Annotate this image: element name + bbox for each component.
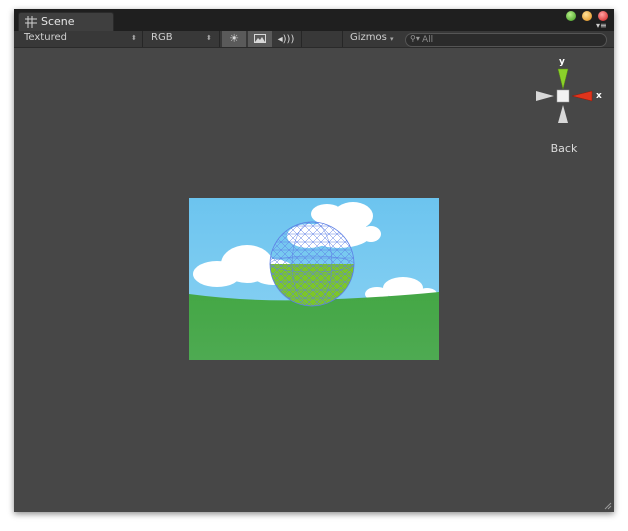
scene-viewport[interactable] <box>189 198 439 360</box>
audio-toggle[interactable]: ◂))) <box>274 31 298 47</box>
tab-label: Scene <box>41 15 75 28</box>
lighting-toggle[interactable]: ☀ <box>222 31 246 47</box>
render-mode-value: Textured <box>24 32 67 43</box>
skybox-toggle[interactable] <box>248 31 272 47</box>
speaker-icon: ◂))) <box>277 34 295 45</box>
resize-handle-icon[interactable] <box>602 500 612 510</box>
y-axis-cone <box>557 68 569 90</box>
gizmo-view-label: Back <box>550 142 578 155</box>
search-icon: ⚲▾ <box>410 34 420 43</box>
neg-x-axis-cone <box>536 91 554 101</box>
render-mode-dropdown[interactable]: Textured ⬍ <box>14 31 143 47</box>
maximize-button[interactable] <box>582 11 592 21</box>
grid-icon <box>25 16 37 28</box>
tab-scene[interactable]: Scene <box>18 12 114 32</box>
panel-menu-icon[interactable]: ▾≡ <box>596 22 610 30</box>
search-input[interactable] <box>422 34 598 46</box>
close-button[interactable] <box>598 11 608 21</box>
x-axis-cone <box>571 90 593 102</box>
tab-bar: Scene ▾≡ <box>14 9 614 32</box>
scene-toolbar: Textured ⬍ RGB ⬍ ☀ ◂))) Gizmos ▾ ⚲▾ <box>14 31 614 48</box>
updown-arrow-icon: ⬍ <box>131 34 137 42</box>
channel-value: RGB <box>151 32 173 43</box>
gizmos-label: Gizmos <box>350 32 387 43</box>
sun-icon: ☀ <box>229 32 239 45</box>
channel-dropdown[interactable]: RGB ⬍ <box>143 31 220 47</box>
toolbar-divider <box>300 31 302 47</box>
orientation-gizmo[interactable] <box>534 57 600 129</box>
gizmo-center-cube <box>556 89 570 103</box>
gizmos-dropdown[interactable]: Gizmos ▾ <box>342 31 400 47</box>
updown-arrow-icon: ⬍ <box>206 34 212 42</box>
gizmo-y-label: y <box>559 57 565 67</box>
scene-window: Scene ▾≡ Textured ⬍ RGB ⬍ ☀ ◂))) Gizmos … <box>14 9 614 512</box>
minimize-button[interactable] <box>566 11 576 21</box>
chevron-down-icon: ▾ <box>390 35 394 43</box>
search-box[interactable]: ⚲▾ <box>405 33 607 47</box>
neg-y-axis-cone <box>558 105 568 123</box>
gizmo-x-label: x <box>596 91 602 101</box>
image-icon <box>254 34 266 43</box>
